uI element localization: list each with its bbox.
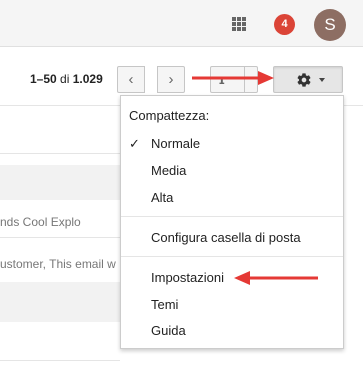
menu-item-themes[interactable]: Temi: [151, 297, 178, 312]
list-row[interactable]: [0, 282, 120, 322]
pagination-range: 1–50: [30, 72, 57, 86]
top-bar: [0, 0, 363, 47]
list-divider: [0, 360, 120, 361]
menu-item-settings[interactable]: Impostazioni: [151, 270, 224, 285]
menu-divider: [121, 256, 343, 257]
menu-item-density-normal[interactable]: Normale: [151, 136, 200, 151]
menu-item-help[interactable]: Guida: [151, 323, 186, 338]
pagination-total: 1.029: [72, 72, 103, 86]
chevron-right-icon: ›: [168, 71, 174, 88]
caret-down-icon: [319, 78, 325, 82]
list-row[interactable]: [0, 165, 120, 200]
annotation-arrow-settings-icon: [192, 71, 274, 85]
gear-icon: [297, 73, 311, 87]
pagination-count: 1–50 di 1.029: [30, 72, 103, 86]
checkmark-icon: ✓: [129, 136, 140, 151]
menu-item-configure-inbox[interactable]: Configura casella di posta: [151, 230, 301, 245]
density-header: Compattezza:: [129, 108, 210, 123]
apps-grid-icon[interactable]: [232, 17, 246, 31]
list-divider: [0, 237, 120, 238]
list-snippet[interactable]: ustomer, This email w: [0, 257, 120, 271]
menu-item-density-high[interactable]: Alta: [151, 190, 173, 205]
newer-button[interactable]: ‹: [117, 66, 145, 93]
older-button[interactable]: ›: [157, 66, 185, 93]
menu-divider: [121, 216, 343, 217]
menu-item-density-medium[interactable]: Media: [151, 163, 186, 178]
chevron-left-icon: ‹: [128, 71, 134, 88]
pagination-of: di: [60, 72, 70, 86]
settings-menu: Compattezza: ✓ Normale Media Alta Config…: [120, 95, 344, 349]
settings-button[interactable]: [273, 66, 343, 93]
annotation-arrow-settings-item: [234, 271, 318, 285]
notification-badge[interactable]: 4: [274, 14, 295, 35]
list-divider: [0, 153, 120, 154]
list-snippet[interactable]: nds Cool Explo: [0, 215, 120, 229]
avatar[interactable]: S: [314, 9, 346, 41]
